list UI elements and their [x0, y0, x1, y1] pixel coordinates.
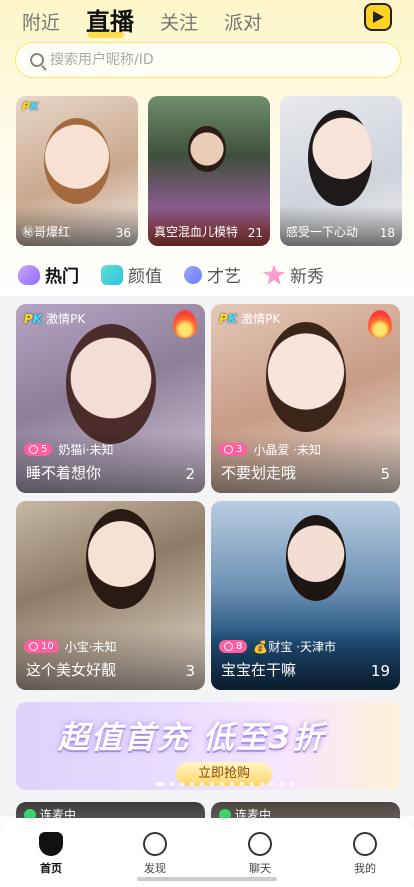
level-badge: 3 — [219, 443, 248, 456]
search-icon — [30, 53, 44, 67]
streamer-photo — [286, 515, 346, 601]
featured-card[interactable]: PK ㊙哥爆红 36 — [16, 96, 138, 246]
tab-following[interactable]: 关注 — [160, 10, 198, 36]
banner-title: 超值首充 低至3折 — [58, 720, 326, 756]
tab-live[interactable]: 直播 — [86, 8, 134, 38]
featured-title: 真空混血儿模特 — [154, 225, 239, 239]
bottom-nav: 首页 发现 聊天 我的 — [0, 818, 414, 887]
tab-nearby[interactable]: 附近 — [22, 10, 60, 36]
viewer-count: 5 — [380, 465, 390, 483]
heart-icon — [18, 264, 40, 285]
viewer-count: 36 — [115, 226, 131, 240]
live-card[interactable]: PK 激情PK 3 小晶爱 ·未知 不要划走哦 5 — [211, 304, 400, 493]
star-icon — [263, 264, 285, 285]
live-title: 不要划走哦 — [221, 464, 297, 482]
viewer-count: 18 — [379, 226, 395, 240]
pk-tag: PK 激情PK — [219, 311, 281, 327]
featured-title: 感受一下心动 — [286, 225, 359, 239]
streamer-name: 💰财宝 ·天津市 — [253, 640, 336, 654]
streamer-photo — [66, 324, 156, 444]
featured-card[interactable]: 真空混血儿模特 21 — [148, 96, 270, 246]
camera-icon — [101, 264, 123, 285]
streamer-photo — [86, 509, 156, 609]
category-hot[interactable]: 热门 — [18, 262, 79, 287]
streamer-photo — [266, 322, 346, 432]
streamer-name: 小宝·未知 — [64, 640, 117, 654]
level-badge: 5 — [24, 443, 53, 456]
streamer-meta: 5 奶猫i·未知 — [24, 441, 114, 458]
category-newcomer[interactable]: 新秀 — [263, 262, 324, 287]
streamer-name: 奶猫i·未知 — [58, 443, 114, 457]
profile-icon — [353, 832, 377, 856]
compass-icon — [143, 832, 167, 856]
viewer-count: 2 — [185, 465, 195, 483]
search-bar[interactable] — [15, 42, 401, 78]
search-input[interactable] — [50, 52, 370, 68]
nav-chat[interactable]: 聊天 — [230, 832, 290, 876]
home-indicator — [137, 877, 277, 881]
nav-me[interactable]: 我的 — [335, 832, 395, 876]
viewer-count: 3 — [185, 662, 195, 680]
streamer-meta: 10 小宝·未知 — [24, 638, 117, 655]
pk-badge: PK — [22, 100, 39, 113]
viewer-count: 21 — [247, 226, 263, 240]
category-tabs: 热门 颜值 才艺 新秀 — [18, 262, 346, 287]
category-talent[interactable]: 才艺 — [184, 262, 241, 287]
streamer-photo — [44, 118, 110, 204]
chat-icon — [248, 832, 272, 856]
streamer-meta: 3 小晶爱 ·未知 — [219, 441, 321, 458]
nav-discover[interactable]: 发现 — [125, 832, 185, 876]
category-looks[interactable]: 颜值 — [101, 262, 162, 287]
hot-fire-icon — [173, 310, 197, 338]
streamer-photo — [308, 110, 372, 206]
level-badge: 10 — [24, 640, 59, 653]
microphone-icon — [184, 265, 202, 284]
streamer-name: 小晶爱 ·未知 — [253, 443, 322, 457]
live-card[interactable]: 8 💰财宝 ·天津市 宝宝在干嘛 19 — [211, 501, 400, 690]
promo-banner[interactable]: 超值首充 低至3折 立即抢购 — [16, 702, 400, 790]
streamer-meta: 8 💰财宝 ·天津市 — [219, 638, 336, 655]
home-icon — [39, 832, 63, 856]
live-title: 这个美女好靓 — [26, 661, 117, 679]
top-tab-bar: 附近 直播 关注 派对 — [22, 2, 288, 38]
live-title: 睡不着想你 — [26, 464, 102, 482]
featured-card[interactable]: 感受一下心动 18 — [280, 96, 402, 246]
live-card[interactable]: PK 激情PK 5 奶猫i·未知 睡不着想你 2 — [16, 304, 205, 493]
hot-fire-icon — [368, 310, 392, 338]
live-card[interactable]: 10 小宝·未知 这个美女好靓 3 — [16, 501, 205, 690]
level-badge: 8 — [219, 640, 248, 653]
tab-party[interactable]: 派对 — [224, 10, 262, 36]
pk-tag: PK 激情PK — [24, 311, 86, 327]
streamer-photo — [188, 126, 226, 172]
carousel-dots — [156, 782, 294, 786]
featured-row: PK ㊙哥爆红 36 真空混血儿模特 21 感受一下心动 18 — [16, 96, 402, 246]
nav-home[interactable]: 首页 — [21, 832, 81, 876]
viewer-count: 19 — [370, 662, 390, 680]
live-play-icon[interactable] — [364, 3, 392, 31]
featured-title: ㊙哥爆红 — [22, 225, 71, 239]
live-title: 宝宝在干嘛 — [221, 661, 297, 679]
